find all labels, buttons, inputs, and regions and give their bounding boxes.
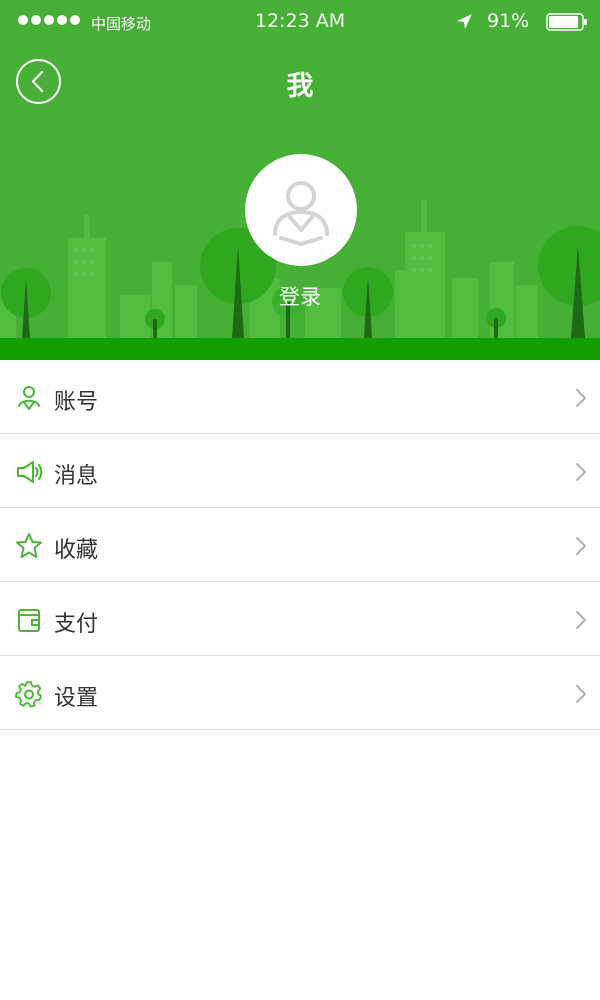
avatar[interactable] [245, 154, 357, 266]
menu-item-account[interactable]: 账号 [0, 360, 600, 434]
menu-label-settings: 设置 [54, 686, 99, 711]
user-icon [273, 181, 329, 247]
menu-item-payment[interactable]: 支付 [0, 582, 600, 656]
menu-label-favorites: 收藏 [54, 538, 99, 563]
menu-label-account: 账号 [54, 390, 99, 415]
star-icon [16, 533, 42, 558]
menu-label-payment: 支付 [54, 612, 99, 637]
menu-item-favorites[interactable]: 收藏 [0, 508, 600, 582]
chevron-right-icon [576, 685, 586, 703]
profile-header: 中国移动 12:23 AM 91% 我 登录 [0, 0, 600, 360]
battery-percent: 91% [487, 10, 530, 32]
location-arrow-icon [457, 14, 472, 29]
gear-icon [15, 681, 42, 708]
menu-label-messages: 消息 [54, 464, 99, 489]
page-title: 我 [286, 71, 314, 102]
chevron-right-icon [576, 611, 586, 629]
account-icon [18, 386, 40, 410]
battery-icon [546, 13, 587, 31]
menu-item-settings[interactable]: 设置 [0, 656, 600, 730]
chevron-right-icon [576, 463, 586, 481]
chevron-right-icon [576, 389, 586, 407]
wallet-icon [18, 609, 40, 632]
settings-menu: 账号 消息 收藏 支付 设置 [0, 360, 600, 730]
speaker-icon [17, 461, 43, 483]
chevron-right-icon [576, 537, 586, 555]
status-bar: 中国移动 12:23 AM 91% [0, 0, 600, 44]
login-link[interactable]: 登录 [0, 281, 600, 311]
menu-item-messages[interactable]: 消息 [0, 434, 600, 508]
